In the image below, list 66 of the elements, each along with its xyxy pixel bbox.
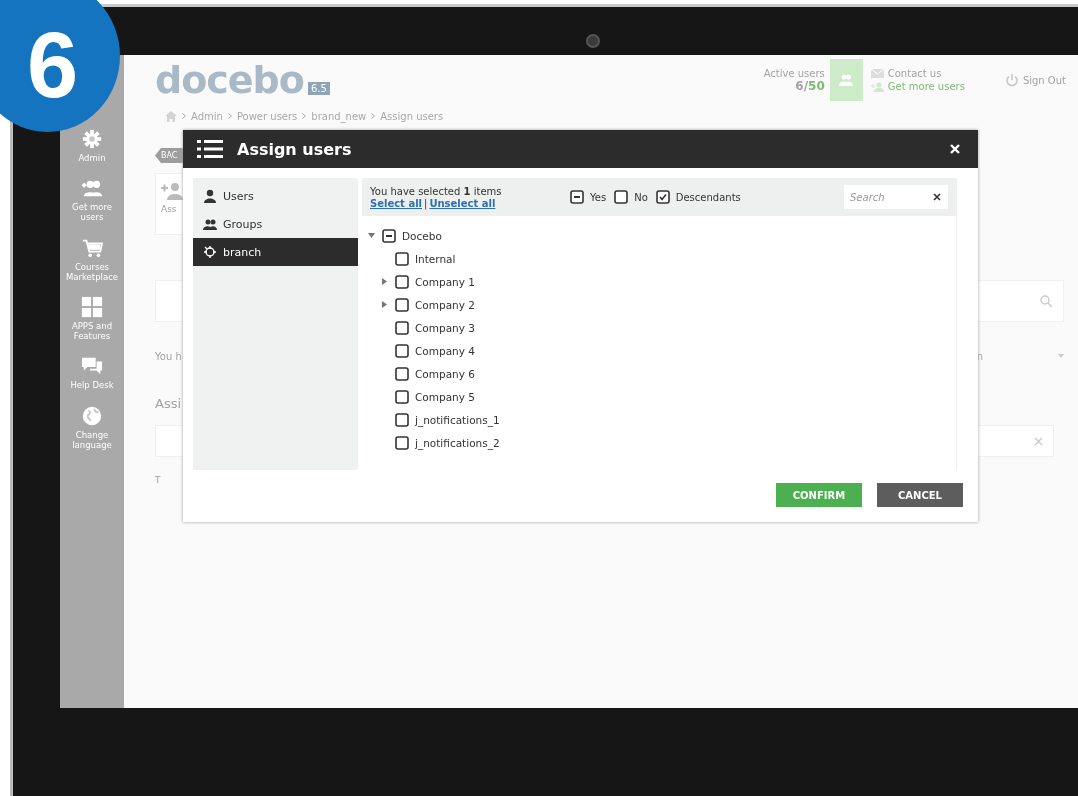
checkbox[interactable] — [395, 274, 409, 289]
search-field[interactable]: Search — [844, 185, 948, 209]
chevron-icon — [302, 113, 307, 119]
checkbox[interactable] — [395, 435, 409, 450]
tile-label: Ass — [161, 204, 177, 214]
tree-item-label[interactable]: j_notifications_1 — [415, 413, 500, 426]
checkbox[interactable] — [395, 251, 409, 266]
cancel-button[interactable]: CANCEL — [877, 483, 963, 507]
tree-item-label[interactable]: Company 3 — [415, 321, 475, 334]
users-icon — [839, 74, 854, 86]
active-users-count: 6/50 — [795, 78, 825, 93]
checkbox[interactable] — [395, 343, 409, 358]
tree-item-label[interactable]: Company 5 — [415, 390, 475, 403]
group-icon — [203, 217, 217, 231]
select-all-link[interactable]: Select all — [370, 197, 422, 209]
chevron-icon — [182, 113, 186, 119]
envelope-icon — [870, 69, 884, 78]
dialog-title: Assign users — [237, 139, 353, 159]
option-label[interactable]: Descendants — [675, 191, 741, 203]
checkbox[interactable] — [395, 412, 409, 427]
tree-item-label[interactable]: Internal — [415, 252, 456, 265]
category-tab[interactable]: Groups — [193, 210, 358, 238]
tree-item-label[interactable]: j_notifications_2 — [415, 436, 500, 449]
sign-out-link[interactable]: Sign Out — [1022, 74, 1066, 86]
footer-text: T — [155, 475, 161, 485]
separator-text: | — [424, 197, 428, 209]
option-label[interactable]: Yes — [590, 191, 607, 203]
user-plus-icon — [161, 182, 183, 200]
camera-icon — [586, 34, 600, 48]
tree-item-label[interactable]: Company 4 — [415, 344, 475, 357]
logo: docebo — [155, 58, 304, 102]
contact-link[interactable]: Contact us — [887, 68, 942, 79]
confirm-button[interactable]: CONFIRM — [776, 483, 862, 507]
step-badge: 6 — [0, 0, 120, 132]
tree-item-label[interactable]: Company 6 — [415, 367, 475, 380]
chevron-icon — [371, 113, 376, 119]
category-tab[interactable]: Users — [193, 182, 358, 210]
expanded-arrow-icon[interactable] — [368, 232, 375, 239]
option-label[interactable]: No — [634, 191, 648, 203]
checkbox[interactable] — [614, 190, 629, 204]
version-badge: 6.5 — [307, 81, 330, 95]
collapsed-arrow-icon[interactable] — [381, 301, 388, 308]
list-icon — [197, 139, 223, 159]
tree-item-label[interactable]: Docebo — [402, 229, 442, 242]
checkbox[interactable] — [395, 366, 409, 381]
section-title: Assi — [155, 396, 182, 411]
checkbox[interactable] — [382, 228, 396, 243]
tree-item-label[interactable]: Company 2 — [415, 298, 475, 311]
unselect-all-link[interactable]: Unselect all — [429, 197, 496, 209]
active-users-label: Active users — [763, 67, 825, 79]
collapsed-arrow-icon[interactable] — [381, 278, 388, 285]
checkbox[interactable] — [395, 389, 409, 404]
user-icon — [203, 189, 217, 203]
chevron-icon — [227, 113, 232, 119]
info-text: You h — [155, 350, 182, 362]
selection-count-text: You have selected 1 items — [370, 185, 503, 197]
checkbox[interactable] — [655, 190, 670, 204]
dropdown-value[interactable]: n — [976, 350, 983, 362]
category-tab[interactable]: branch — [193, 238, 358, 266]
tree-item-label[interactable]: Company 1 — [415, 275, 475, 288]
user-plus-icon — [870, 81, 884, 92]
checkbox[interactable] — [395, 297, 409, 312]
checkbox[interactable] — [395, 320, 409, 335]
close-icon[interactable] — [933, 193, 941, 201]
branch-icon — [203, 245, 217, 259]
checkbox[interactable] — [570, 190, 584, 204]
